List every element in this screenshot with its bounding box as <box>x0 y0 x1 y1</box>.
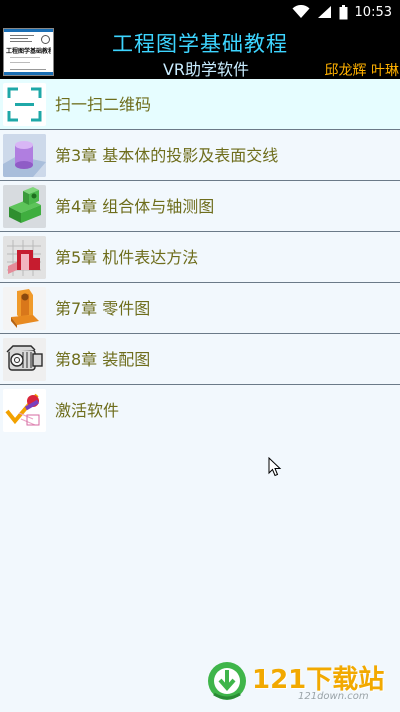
part-icon <box>3 287 46 330</box>
menu-item-scan-qr[interactable]: 扫一扫二维码 <box>0 79 400 130</box>
wifi-icon <box>292 5 310 19</box>
authors-label: 邱龙辉 叶琳 <box>324 63 399 79</box>
menu-item-label: 第7章 零件图 <box>55 299 151 318</box>
watermark-domain: 121down.com <box>298 691 369 702</box>
site-watermark: 121下载站 121down.com <box>206 658 392 706</box>
menu-item-label: 扫一扫二维码 <box>55 95 152 114</box>
section-view-icon <box>3 236 46 279</box>
activate-key-icon <box>3 389 46 432</box>
menu-list: 扫一扫二维码 第3章 基本体的投影及表面交线 第4章 组合体与轴测图 第5章 机… <box>0 79 400 436</box>
menu-item-chapter-5[interactable]: 第5章 机件表达方法 <box>0 232 400 283</box>
menu-item-label: 第8章 装配图 <box>55 350 151 369</box>
app-header: 工程图学基础教程 工程图学基础教程 VR助学软件 邱龙辉 叶琳 <box>0 24 400 79</box>
menu-item-label: 第5章 机件表达方法 <box>55 248 199 267</box>
menu-item-chapter-4[interactable]: 第4章 组合体与轴测图 <box>0 181 400 232</box>
app-subtitle: VR助学软件 <box>162 60 250 79</box>
status-bar: 10:53 <box>0 0 400 24</box>
cylinder-icon <box>3 134 46 177</box>
app-title: 工程图学基础教程 <box>112 32 288 56</box>
menu-item-chapter-8[interactable]: 第8章 装配图 <box>0 334 400 385</box>
combined-solid-icon <box>3 185 46 228</box>
battery-icon <box>339 4 348 20</box>
clock: 10:53 <box>354 4 392 20</box>
menu-item-activate[interactable]: 激活软件 <box>0 385 400 436</box>
signal-icon <box>317 5 332 19</box>
mouse-cursor-icon <box>268 456 282 481</box>
menu-item-label: 激活软件 <box>55 401 120 420</box>
menu-item-chapter-7[interactable]: 第7章 零件图 <box>0 283 400 334</box>
menu-item-chapter-3[interactable]: 第3章 基本体的投影及表面交线 <box>0 130 400 181</box>
menu-item-label: 第4章 组合体与轴测图 <box>55 197 215 216</box>
download-logo-icon <box>208 662 246 700</box>
assembly-icon <box>3 338 46 381</box>
qr-scan-icon <box>3 83 46 126</box>
menu-item-label: 第3章 基本体的投影及表面交线 <box>55 146 279 165</box>
